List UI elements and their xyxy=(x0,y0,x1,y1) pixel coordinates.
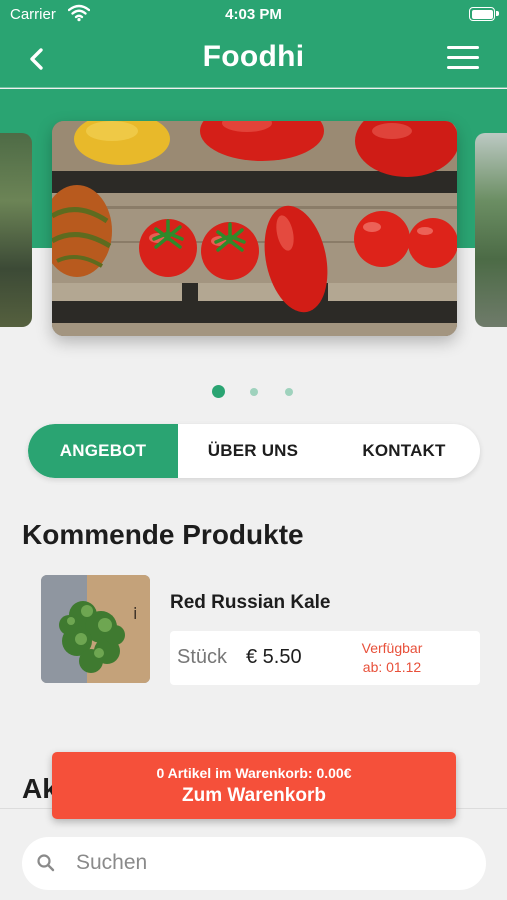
product-card[interactable]: i Red Russian Kale Stück € 5.50 Verfügba… xyxy=(41,575,481,685)
availability-line1: Verfügbar xyxy=(361,640,423,656)
segmented-tabs: ANGEBOT ÜBER UNS KONTAKT xyxy=(28,424,480,478)
search-placeholder: Suchen xyxy=(76,851,148,874)
product-image: i xyxy=(41,575,150,683)
price-box: Stück € 5.50 Verfügbar ab: 01.12 xyxy=(170,631,480,685)
carousel-next-slide[interactable] xyxy=(475,133,507,327)
status-time: 4:03 PM xyxy=(225,6,282,23)
status-bar: Carrier 4:03 PM xyxy=(0,0,507,30)
product-price: € 5.50 xyxy=(246,646,302,668)
app-title: Foodhi xyxy=(202,40,305,73)
search-icon xyxy=(37,854,55,872)
availability-label: Verfügbar ab: 01.12 xyxy=(337,639,447,677)
tab-ueber-uns[interactable]: ÜBER UNS xyxy=(178,424,328,478)
tab-kontakt[interactable]: KONTAKT xyxy=(328,424,480,478)
section-title-partial: Ak xyxy=(22,773,52,804)
carousel-dot[interactable] xyxy=(250,388,258,396)
hamburger-menu-icon[interactable] xyxy=(447,46,479,70)
product-unit: Stück xyxy=(177,646,228,668)
search-input[interactable]: Suchen xyxy=(22,837,486,890)
cart-count-text: 0 Artikel im Warenkorb: 0.00€ xyxy=(156,765,352,781)
bottom-search-bar: Suchen xyxy=(0,808,507,900)
carousel-slide-tomatoes[interactable] xyxy=(52,121,457,336)
navigation-bar: Foodhi xyxy=(0,30,507,88)
section-title-upcoming: Kommende Produkte xyxy=(22,519,304,550)
carousel-page-indicator xyxy=(0,383,507,399)
cart-cta-label: Zum Warenkorb xyxy=(182,785,326,806)
carousel-dot-active[interactable] xyxy=(212,385,225,398)
carousel-dot[interactable] xyxy=(285,388,293,396)
tab-angebot[interactable]: ANGEBOT xyxy=(28,424,178,478)
svg-text:i: i xyxy=(133,604,137,623)
carousel-previous-slide[interactable] xyxy=(0,133,32,327)
cart-button[interactable]: 0 Artikel im Warenkorb: 0.00€ Zum Warenk… xyxy=(52,752,456,819)
tomatoes-photo xyxy=(52,121,457,336)
battery-icon xyxy=(469,7,499,21)
availability-date: ab: 01.12 xyxy=(362,659,422,675)
product-name: Red Russian Kale xyxy=(170,592,331,613)
